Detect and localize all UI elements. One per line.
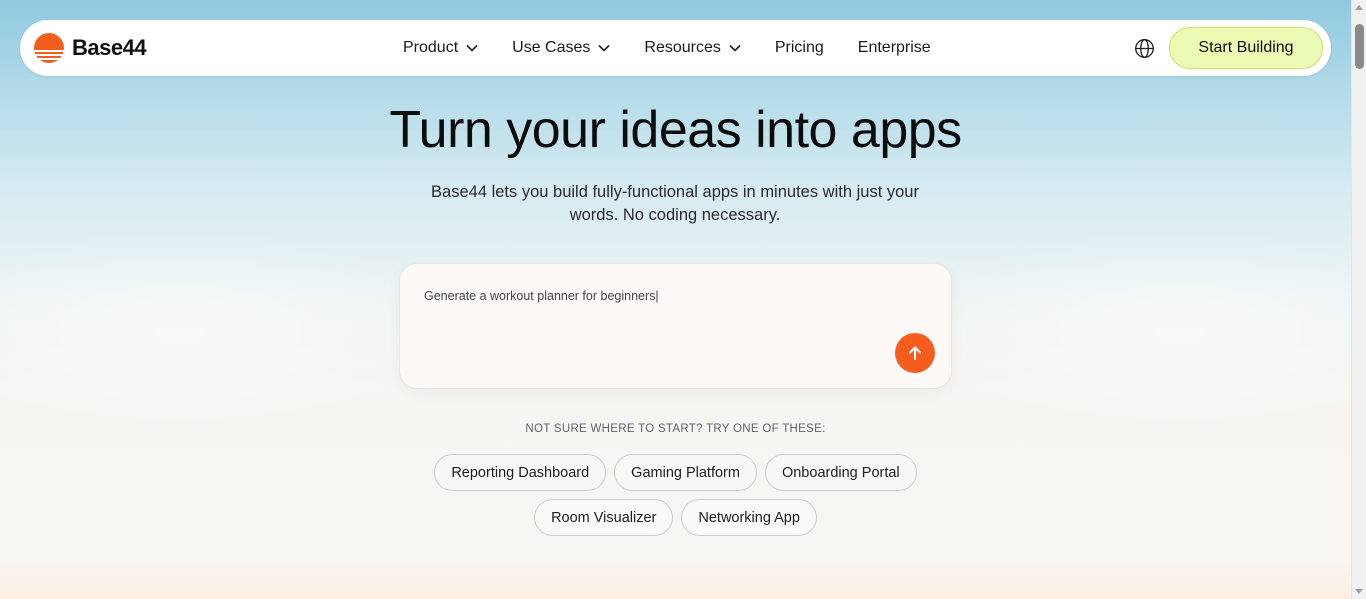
nav-item-pricing[interactable]: Pricing [775,39,824,57]
bottom-section-edge [0,571,1351,599]
page-scrollbar[interactable] [1351,0,1366,599]
start-building-button[interactable]: Start Building [1169,27,1323,69]
suggestion-chip-networking-app[interactable]: Networking App [681,499,817,536]
top-navbar: Base44 Product Use Cases Resources Prici… [20,20,1331,76]
sun-logo-icon [34,33,64,63]
prompt-box [399,263,952,389]
suggestions-hint: NOT SURE WHERE TO START? TRY ONE OF THES… [525,423,826,435]
suggestion-row: Reporting Dashboard Gaming Platform Onbo… [0,454,1351,491]
brand-name: Base44 [72,35,147,60]
scroll-down-icon[interactable] [1355,589,1363,594]
suggestion-row: Room Visualizer Networking App [0,499,1351,536]
prompt-input[interactable] [424,286,904,306]
suggestion-chip-onboarding-portal[interactable]: Onboarding Portal [764,454,917,491]
scroll-thumb[interactable] [1355,24,1364,69]
nav-item-use-cases[interactable]: Use Cases [512,39,610,57]
nav-item-label: Resources [644,39,721,56]
nav-item-label: Enterprise [857,39,931,56]
hero-title: Turn your ideas into apps [389,101,962,159]
nav-item-resources[interactable]: Resources [644,39,741,57]
nav-item-product[interactable]: Product [403,39,478,57]
nav-item-label: Product [403,39,459,56]
nav-item-enterprise[interactable]: Enterprise [858,39,931,57]
page: Base44 Product Use Cases Resources Prici… [0,0,1351,599]
suggestion-chip-gaming-platform[interactable]: Gaming Platform [614,454,757,491]
arrow-up-icon [909,346,921,360]
chevron-down-icon [598,44,610,52]
send-button[interactable] [895,333,935,373]
chevron-down-icon [466,44,478,52]
nav-links: Product Use Cases Resources Pricing Ente… [403,20,965,76]
suggestion-chip-room-visualizer[interactable]: Room Visualizer [534,499,674,536]
suggestion-chip-reporting-dashboard[interactable]: Reporting Dashboard [434,454,607,491]
nav-item-label: Pricing [774,39,824,56]
scroll-up-icon[interactable] [1355,5,1363,10]
nav-item-label: Use Cases [512,39,591,56]
chevron-down-icon [729,44,741,52]
hero-subtitle: Base44 lets you build fully-functional a… [431,183,919,224]
globe-icon[interactable] [1134,38,1155,59]
brand-logo[interactable]: Base44 [34,32,147,64]
